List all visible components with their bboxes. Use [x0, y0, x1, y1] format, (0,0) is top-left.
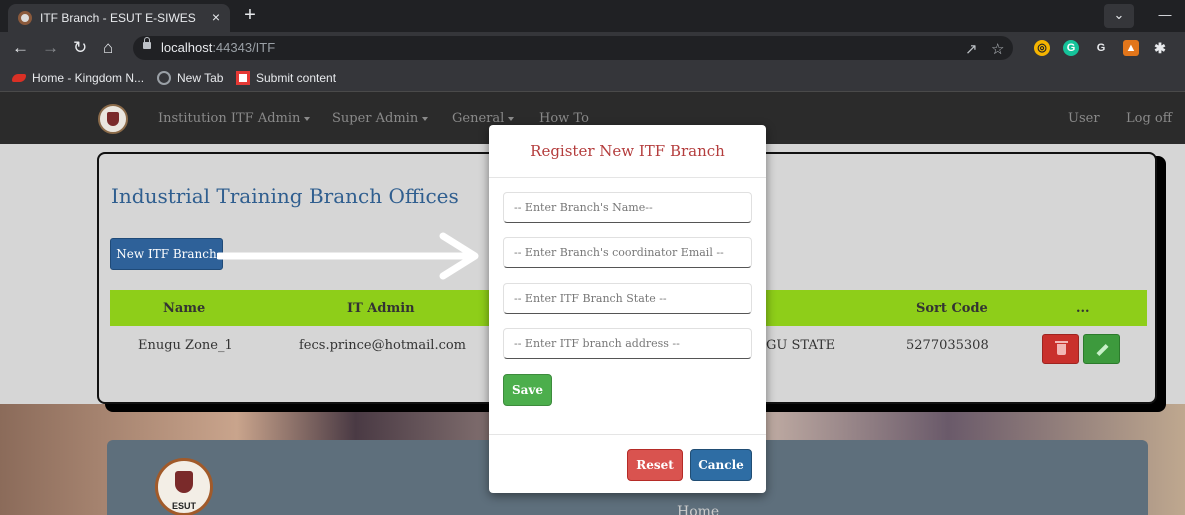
metamask-fox-icon[interactable]: ▲: [1123, 40, 1139, 56]
new-tab-button[interactable]: +: [238, 5, 262, 27]
minimize-window-icon[interactable]: —: [1150, 4, 1180, 28]
back-arrow-icon[interactable]: ←: [12, 38, 29, 58]
bookmark-home-kingdom[interactable]: Home - Kingdom N...: [12, 71, 144, 85]
modal-footer-divider: [489, 434, 766, 435]
coordinator-email-input[interactable]: [503, 237, 752, 268]
bird-icon: [12, 74, 26, 82]
bookmark-submit-content[interactable]: Submit content: [236, 71, 336, 85]
footer-home-link[interactable]: Home: [677, 504, 719, 515]
bookmark-label: Home - Kingdom N...: [32, 71, 145, 85]
page-title: Industrial Training Branch Offices: [111, 184, 459, 208]
col-it-admin: IT Admin: [347, 301, 415, 316]
nav-user[interactable]: User: [1068, 111, 1100, 126]
url-text: localhost:44343/ITF: [161, 40, 275, 55]
nav-log-off[interactable]: Log off: [1126, 111, 1172, 126]
modal-title: Register New ITF Branch: [530, 142, 725, 160]
trash-icon: [1055, 341, 1068, 355]
bookmark-star-icon[interactable]: ☆: [991, 40, 1004, 58]
share-icon[interactable]: ↗: [965, 40, 978, 58]
col-sort-code: Sort Code: [916, 301, 988, 316]
extensions-puzzle-icon[interactable]: ✱: [1152, 40, 1168, 56]
google-icon[interactable]: G: [1093, 40, 1109, 56]
save-button[interactable]: Save: [503, 374, 552, 406]
nav-how-to[interactable]: How To: [539, 111, 589, 126]
close-tab-icon[interactable]: ×: [212, 9, 220, 25]
delete-button[interactable]: [1042, 334, 1079, 364]
url-path: :44343/ITF: [212, 40, 276, 55]
col-actions: ...: [1076, 301, 1090, 316]
tab-search-chevron-icon[interactable]: ⌄: [1104, 4, 1134, 28]
modal-header-divider: [489, 177, 766, 178]
cell-sort-code: 5277035308: [906, 338, 989, 353]
globe-icon: [157, 71, 171, 85]
footer-logo-text: ESUT: [172, 501, 197, 511]
edit-button[interactable]: [1083, 334, 1120, 364]
annotation-arrow-icon: [217, 232, 479, 280]
branch-name-input[interactable]: [503, 192, 752, 223]
register-branch-modal: Register New ITF Branch Save Reset Cancl…: [489, 125, 766, 493]
footer-logo: ESUT: [155, 458, 213, 515]
col-name: Name: [163, 301, 206, 316]
extension-coin-icon[interactable]: ◎: [1034, 40, 1050, 56]
bookmark-label: Submit content: [256, 71, 337, 85]
site-logo[interactable]: [98, 104, 128, 134]
branch-state-input[interactable]: [503, 283, 752, 314]
nav-institution-itf-admin[interactable]: Institution ITF Admin: [158, 111, 310, 126]
bookmark-new-tab[interactable]: New Tab: [157, 71, 223, 85]
url-host: localhost: [161, 40, 213, 55]
bookmark-label: New Tab: [177, 71, 224, 85]
forward-arrow-icon[interactable]: →: [42, 38, 59, 58]
tab-title: ITF Branch - ESUT E-SIWES: [40, 11, 196, 25]
pencil-icon: [1096, 343, 1109, 357]
site-favicon-icon: [18, 11, 32, 25]
cell-name: Enugu Zone_1: [138, 338, 233, 353]
browser-toolbar: ← → ↻ ⌂ localhost:44343/ITF ↗ ☆ ◎ G G ▲ …: [0, 32, 1185, 64]
reload-icon[interactable]: ↻: [73, 38, 87, 58]
cancel-button[interactable]: Cancle: [690, 449, 752, 481]
cell-it-admin: fecs.prince@hotmail.com: [299, 338, 467, 353]
address-bar[interactable]: localhost:44343/ITF ↗ ☆: [133, 36, 1013, 60]
branch-address-input[interactable]: [503, 328, 752, 359]
bookmarks-bar: Home - Kingdom N... New Tab Submit conte…: [0, 64, 1185, 92]
reset-button[interactable]: Reset: [627, 449, 683, 481]
nav-super-admin[interactable]: Super Admin: [332, 111, 428, 126]
grammarly-icon[interactable]: G: [1063, 40, 1079, 56]
submit-content-icon: [236, 71, 250, 85]
browser-tabstrip: ITF Branch - ESUT E-SIWES × + ⌄ —: [0, 0, 1185, 32]
cell-state: GU STATE: [766, 338, 836, 353]
browser-tab[interactable]: ITF Branch - ESUT E-SIWES ×: [8, 4, 230, 32]
lock-icon: [143, 37, 151, 51]
nav-general[interactable]: General: [452, 111, 514, 126]
home-icon[interactable]: ⌂: [103, 38, 113, 58]
new-itf-branch-button[interactable]: New ITF Branch: [110, 238, 223, 270]
